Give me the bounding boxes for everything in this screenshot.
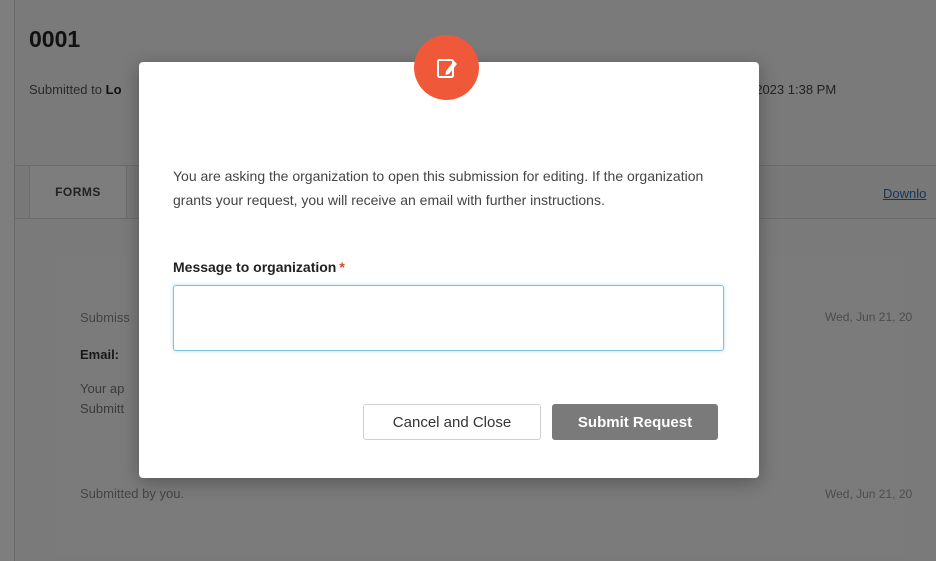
request-edit-dialog: You are asking the organization to open …: [139, 62, 759, 478]
dialog-message: You are asking the organization to open …: [173, 168, 704, 208]
message-field-label-text: Message to organization: [173, 259, 337, 275]
cancel-and-close-button[interactable]: Cancel and Close: [363, 404, 541, 440]
required-marker: *: [339, 259, 345, 275]
edit-note-icon: [414, 35, 479, 100]
message-field-label: Message to organization *: [173, 259, 345, 275]
submit-request-button[interactable]: Submit Request: [552, 404, 718, 440]
message-to-organization-input[interactable]: [173, 285, 724, 351]
